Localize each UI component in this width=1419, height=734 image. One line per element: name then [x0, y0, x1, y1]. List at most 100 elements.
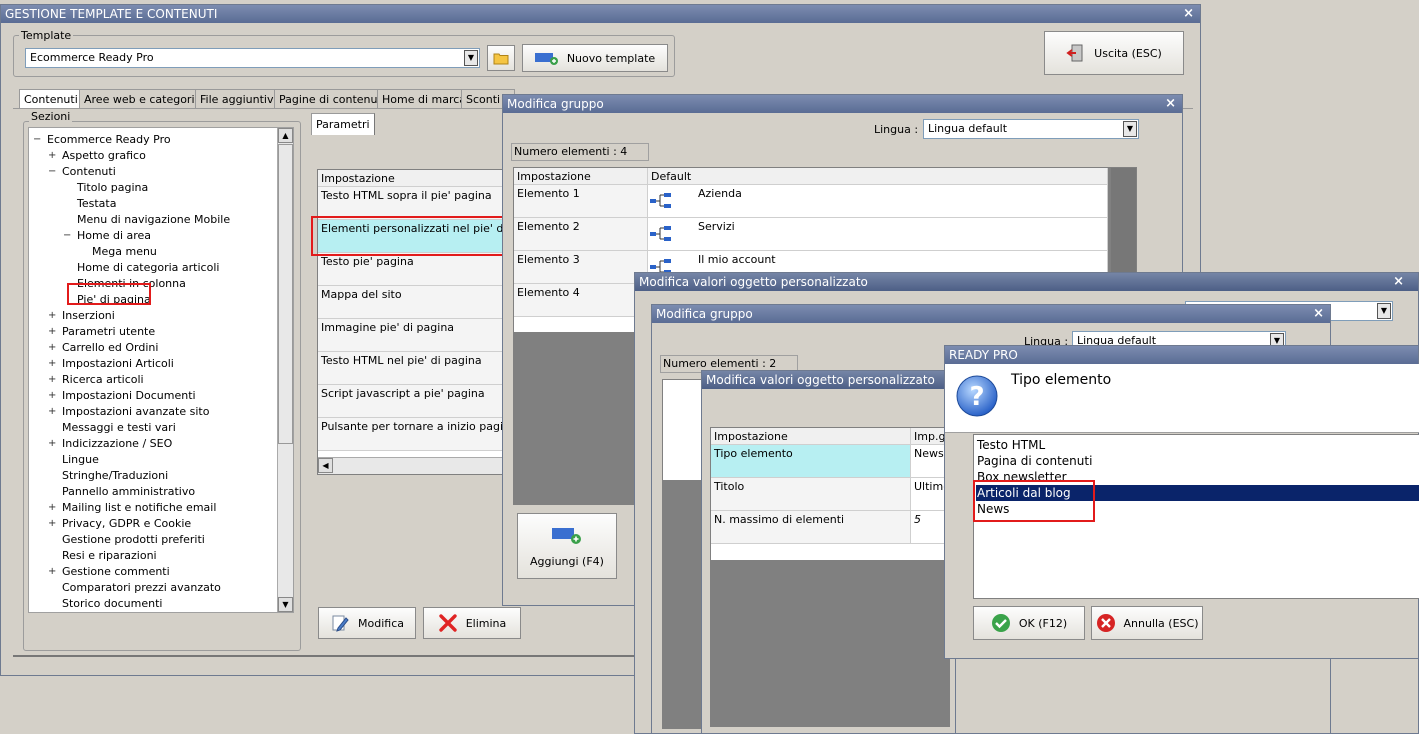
- scroll-left-icon[interactable]: ◀: [318, 458, 333, 473]
- tree-node-label: Gestione commenti: [62, 565, 170, 578]
- group-dialog-2-title: Modifica gruppo: [656, 307, 753, 321]
- custom-dialog-1-title: Modifica valori oggetto personalizzato: [639, 275, 868, 289]
- tab-contenuti[interactable]: Contenuti: [19, 89, 83, 109]
- tree-node-label: Storico documenti: [62, 597, 163, 610]
- expand-icon[interactable]: +: [48, 372, 57, 387]
- option-item[interactable]: Box newsletter: [976, 469, 1419, 485]
- custom-dialog-1-close-icon[interactable]: ×: [1393, 273, 1404, 291]
- template-select[interactable]: Ecommerce Ready Pro ▼: [25, 48, 480, 68]
- group-row-setting[interactable]: Elemento 1: [514, 185, 648, 218]
- expand-icon[interactable]: +: [48, 516, 57, 531]
- option-item[interactable]: Testo HTML: [976, 437, 1419, 453]
- expand-icon[interactable]: +: [48, 564, 57, 579]
- language-select-1[interactable]: Lingua default ▼: [923, 119, 1139, 139]
- group-dialog-1-close-icon[interactable]: ×: [1165, 95, 1176, 113]
- group-dialog-2-close-icon[interactable]: ×: [1313, 305, 1324, 323]
- tree-node-label: Privacy, GDPR e Cookie: [62, 517, 192, 530]
- tree-node-label: Indicizzazione / SEO: [62, 437, 173, 450]
- group-row-setting[interactable]: Elemento 4: [514, 284, 648, 317]
- custom-grid-2: Impostazione Imp.ge Tipo elemento News Tit…: [710, 427, 950, 727]
- add-item-icon: [552, 527, 581, 544]
- custom-row-setting[interactable]: Titolo: [711, 478, 911, 511]
- expand-icon[interactable]: +: [48, 356, 57, 371]
- template-select-value: Ecommerce Ready Pro: [30, 51, 154, 64]
- collapse-icon[interactable]: −: [48, 164, 57, 179]
- custom-row-setting[interactable]: N. massimo di elementi: [711, 511, 911, 544]
- collapse-icon[interactable]: −: [63, 228, 72, 243]
- group-row-setting[interactable]: Elemento 3: [514, 251, 648, 284]
- add-item-icon: [534, 53, 558, 65]
- custom-grid-2-col-setting: Impostazione: [711, 428, 911, 445]
- tree-node-label: Gestione prodotti preferiti: [62, 533, 205, 546]
- tab-pagine-contenuti[interactable]: Pagine di contenuti: [274, 89, 390, 109]
- group-grid-1-col-setting: Impostazione: [514, 168, 648, 185]
- edit-pencil-icon: [332, 615, 349, 632]
- custom-row-setting[interactable]: Tipo elemento: [711, 445, 911, 478]
- params-row[interactable]: Pulsante per tornare a inizio pagina: [318, 418, 506, 451]
- params-grid: Impostazione Testo HTML sopra il pie' pa…: [317, 169, 507, 475]
- params-hscroll[interactable]: ◀: [318, 457, 506, 474]
- params-row[interactable]: Script javascript a pie' pagina: [318, 385, 506, 418]
- open-folder-button[interactable]: [487, 45, 515, 71]
- tree-scroll-thumb[interactable]: [278, 144, 293, 444]
- tree-node-label: Pannello amministrativo: [62, 485, 196, 498]
- params-row[interactable]: Immagine pie' di pagina: [318, 319, 506, 352]
- group-dialog-2-title-bar: Modifica gruppo: [652, 305, 1330, 323]
- new-template-button[interactable]: Nuovo template: [522, 44, 668, 72]
- expand-icon[interactable]: +: [48, 404, 57, 419]
- tree-scrollbar[interactable]: ▲ ▼: [277, 128, 293, 612]
- tree-node-label: Lingue: [62, 453, 99, 466]
- tab-file-aggiuntivi[interactable]: File aggiuntivi: [195, 89, 282, 109]
- question-icon: ?: [956, 375, 998, 417]
- tree-node-label: Impostazioni Documenti: [62, 389, 196, 402]
- collapse-icon[interactable]: −: [33, 132, 42, 147]
- custom-dialog-1-title-bar: Modifica valori oggetto personalizzato: [635, 273, 1418, 291]
- option-item[interactable]: News: [976, 501, 1419, 517]
- group-row-value[interactable]: Azienda: [648, 185, 1108, 218]
- add-button[interactable]: Aggiungi (F4): [517, 513, 617, 579]
- delete-label: Elimina: [465, 616, 507, 630]
- main-close-icon[interactable]: ×: [1183, 5, 1194, 23]
- expand-icon[interactable]: +: [48, 340, 57, 355]
- element-type-list[interactable]: Testo HTML Pagina di contenuti Box newslet…: [973, 434, 1419, 599]
- expand-icon[interactable]: +: [48, 388, 57, 403]
- params-row[interactable]: Testo HTML sopra il pie' pagina: [318, 187, 506, 220]
- tab-parametri[interactable]: Parametri: [311, 113, 375, 135]
- expand-icon[interactable]: +: [48, 500, 57, 515]
- exit-button[interactable]: Uscita (ESC): [1044, 31, 1184, 75]
- params-row[interactable]: Testo pie' pagina: [318, 253, 506, 286]
- scroll-down-icon[interactable]: ▼: [278, 597, 293, 612]
- option-item[interactable]: Articoli dal blog: [976, 485, 1419, 501]
- tree-structure-icon: [650, 226, 671, 241]
- chevron-down-icon[interactable]: ▼: [1377, 303, 1391, 319]
- params-row[interactable]: Mappa del sito: [318, 286, 506, 319]
- tree-node-label: Inserzioni: [62, 309, 115, 322]
- tree-node-label: Elementi in colonna: [77, 277, 186, 290]
- expand-icon[interactable]: +: [48, 308, 57, 323]
- tab-aree-web[interactable]: Aree web e categorie: [79, 89, 207, 109]
- tree-node-label: Impostazioni Articoli: [62, 357, 174, 370]
- expand-icon[interactable]: +: [48, 148, 57, 163]
- cancel-button[interactable]: Annulla (ESC): [1091, 606, 1203, 640]
- group-row-value[interactable]: Servizi: [648, 218, 1108, 251]
- tree-node-label: Ricerca articoli: [62, 373, 144, 386]
- group-row-setting[interactable]: Elemento 2: [514, 218, 648, 251]
- new-template-label: Nuovo template: [566, 51, 656, 65]
- modify-button[interactable]: Modifica: [318, 607, 416, 639]
- tree-node-label: Mailing list e notifiche email: [62, 501, 217, 514]
- delete-x-icon: [439, 614, 457, 632]
- params-row[interactable]: Testo HTML nel pie' di pagina: [318, 352, 506, 385]
- tab-home-marca[interactable]: Home di marca: [377, 89, 472, 109]
- tree-node-label: Titolo pagina: [77, 181, 149, 194]
- option-item[interactable]: Pagina di contenuti: [976, 453, 1419, 469]
- custom-dialog-2-title-bar: Modifica valori oggetto personalizzato: [702, 371, 955, 389]
- scroll-up-icon[interactable]: ▲: [278, 128, 293, 143]
- delete-button[interactable]: Elimina: [423, 607, 521, 639]
- params-row[interactable]: Elementi personalizzati nel pie' di pagi…: [318, 220, 506, 253]
- ok-button[interactable]: OK (F12): [973, 606, 1085, 640]
- expand-icon[interactable]: +: [48, 324, 57, 339]
- group-dialog-1-title-bar: Modifica gruppo: [503, 95, 1182, 113]
- expand-icon[interactable]: +: [48, 436, 57, 451]
- chevron-down-icon[interactable]: ▼: [1123, 121, 1137, 137]
- chevron-down-icon[interactable]: ▼: [464, 50, 478, 66]
